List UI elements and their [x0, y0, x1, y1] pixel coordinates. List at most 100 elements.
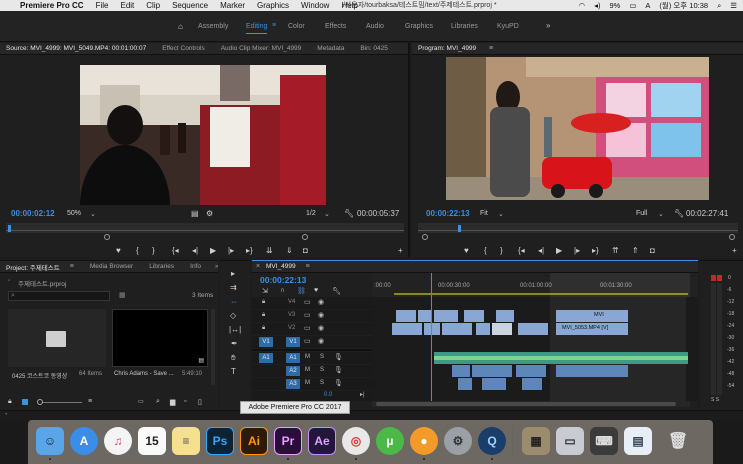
add-marker-icon[interactable]: ♥	[116, 246, 121, 255]
mark-out-icon[interactable]: }	[152, 246, 155, 255]
tab-media-browser[interactable]: Media Browser	[90, 263, 133, 270]
extract-icon[interactable]: ⇑	[632, 246, 639, 255]
sync-lock-icon[interactable]: ▭	[304, 337, 311, 345]
spotlight-icon[interactable]: ⌕	[717, 1, 721, 11]
nest-icon[interactable]: ⇲	[262, 287, 268, 295]
chevron-down-icon[interactable]: ⌄	[658, 210, 664, 218]
microphone-icon[interactable]: 🎙︎	[334, 353, 343, 361]
mute-button[interactable]: M	[305, 354, 310, 360]
video-clip[interactable]	[442, 323, 472, 335]
razor-tool-icon[interactable]: ◇	[230, 311, 236, 320]
panel-menu-icon[interactable]: ≡	[70, 263, 74, 270]
timeline-scroll-thumb[interactable]	[376, 402, 676, 406]
tab-bin[interactable]: Bin: 0425	[360, 45, 387, 52]
mute-button[interactable]: M	[305, 380, 310, 386]
tab-libraries[interactable]: Libraries	[149, 263, 174, 270]
meter-solo-labels[interactable]: S S	[711, 397, 719, 403]
step-forward-icon[interactable]: |▸	[228, 246, 234, 255]
go-to-end-icon[interactable]: ▸|	[360, 391, 365, 398]
lock-icon[interactable]: 🔒︎	[8, 398, 12, 406]
panel-menu-icon[interactable]: ≡	[306, 263, 310, 270]
clip-indicator[interactable]	[711, 275, 716, 281]
go-to-out-icon[interactable]: ▸}	[592, 246, 599, 255]
after-effects-icon[interactable]: Ae	[308, 427, 336, 455]
notification-center-icon[interactable]: ☰	[730, 1, 737, 10]
microphone-icon[interactable]: 🎙︎	[334, 366, 343, 374]
solo-button[interactable]: S	[320, 367, 324, 373]
menu-window[interactable]: Window	[301, 1, 329, 10]
program-zoom-select[interactable]: Fit	[480, 210, 488, 217]
go-to-out-icon[interactable]: ▸}	[246, 246, 253, 255]
timeline-settings-icon[interactable]: 🔧︎	[332, 287, 341, 295]
selection-tool-icon[interactable]: ▸	[231, 269, 235, 278]
workspace-kyupd[interactable]: KyuPD	[497, 23, 519, 30]
panel-menu-icon[interactable]: ≡	[489, 45, 493, 52]
new-bin-icon[interactable]: ▆	[170, 398, 175, 406]
zoom-handle-right[interactable]	[729, 234, 735, 240]
volume-icon[interactable]: ◂)	[594, 1, 600, 10]
timeline-playhead[interactable]	[431, 273, 432, 401]
wifi-icon[interactable]: ◠	[579, 1, 586, 10]
system-preferences-icon[interactable]: ⚙	[444, 427, 472, 455]
timeline-ruler[interactable]: :00:00 00:00:30:00 00:01:00:00 00:01:30:…	[372, 273, 698, 297]
video-clip[interactable]	[476, 323, 490, 335]
more-panels-icon[interactable]: »	[215, 263, 218, 270]
project-item-clip[interactable]: ▤ Chris Adams - Save ... 5:49:10	[112, 309, 208, 381]
track-label[interactable]: V2	[288, 325, 295, 331]
timeline-lanes[interactable]: MVI MVI_5053.MP4 [V]	[372, 273, 698, 401]
workspace-audio[interactable]: Audio	[366, 23, 384, 30]
timeline-scrollbar[interactable]	[372, 401, 690, 407]
track-label[interactable]: A3	[286, 379, 300, 389]
add-marker-icon[interactable]: ♥	[464, 246, 469, 255]
zoom-slider-handle[interactable]	[37, 399, 43, 405]
notes-icon[interactable]: ≡	[172, 427, 200, 455]
zoom-handle-left[interactable]	[104, 234, 110, 240]
chrome-icon[interactable]: ◎	[342, 427, 370, 455]
insert-clip-icon[interactable]: ⇊	[266, 246, 273, 255]
delete-icon[interactable]: ▯	[198, 398, 202, 406]
calculator-icon[interactable]: ▦	[522, 427, 550, 455]
source-zoom-select[interactable]: 50%	[67, 210, 81, 217]
solo-button[interactable]: S	[320, 380, 324, 386]
slip-tool-icon[interactable]: |↔|	[229, 325, 241, 334]
tab-program[interactable]: Program: MVI_4999	[418, 45, 476, 52]
go-to-in-icon[interactable]: {◂	[518, 246, 525, 255]
video-clip-still[interactable]	[492, 323, 512, 335]
sort-icon[interactable]: ≡	[88, 398, 92, 405]
insert-icon[interactable]: ▤	[191, 209, 199, 218]
status-icon[interactable]: ◔	[4, 412, 8, 418]
program-video-frame[interactable]	[446, 57, 709, 200]
sync-lock-icon[interactable]: ▭	[304, 298, 311, 306]
workspace-effects[interactable]: Effects	[325, 23, 346, 30]
track-label[interactable]: A1	[286, 353, 300, 363]
battery-percent[interactable]: 9%	[609, 1, 620, 10]
new-item-icon[interactable]: ▫	[184, 398, 186, 405]
source-playhead[interactable]	[8, 225, 11, 232]
itunes-icon[interactable]: ♫	[104, 427, 132, 455]
close-icon[interactable]: ×	[256, 263, 260, 270]
menu-marker[interactable]: Marker	[220, 1, 245, 10]
workspace-graphics[interactable]: Graphics	[405, 23, 433, 30]
video-clip[interactable]	[418, 310, 432, 322]
source-video-frame[interactable]	[80, 65, 326, 205]
workspace-assembly[interactable]: Assembly	[198, 23, 228, 30]
trash-icon[interactable]: 🗑︎	[664, 427, 692, 455]
audio-clip[interactable]	[556, 365, 628, 377]
lock-icon[interactable]: 🔒︎	[262, 299, 265, 306]
video-clip[interactable]	[496, 310, 514, 322]
home-icon[interactable]: ⌂	[178, 22, 183, 31]
audio-clip[interactable]	[458, 378, 472, 390]
illustrator-icon[interactable]: Ai	[240, 427, 268, 455]
finder-icon[interactable]: ☺	[36, 427, 64, 455]
downloads-icon[interactable]: ▤	[624, 427, 652, 455]
quicktime-icon[interactable]: Q	[478, 427, 506, 455]
play-icon[interactable]: ▶	[556, 246, 562, 255]
track-label[interactable]: A2	[286, 366, 300, 376]
source-scrub-bar[interactable]	[6, 223, 404, 233]
mark-in-icon[interactable]: {	[136, 246, 139, 255]
program-timecode[interactable]: 00:00:22:13	[426, 209, 470, 218]
hand-tool-icon[interactable]: ✋︎	[231, 353, 236, 363]
tab-metadata[interactable]: Metadata	[317, 45, 344, 52]
sync-lock-icon[interactable]: ▭	[304, 311, 311, 319]
zoom-handle-right[interactable]	[302, 234, 308, 240]
